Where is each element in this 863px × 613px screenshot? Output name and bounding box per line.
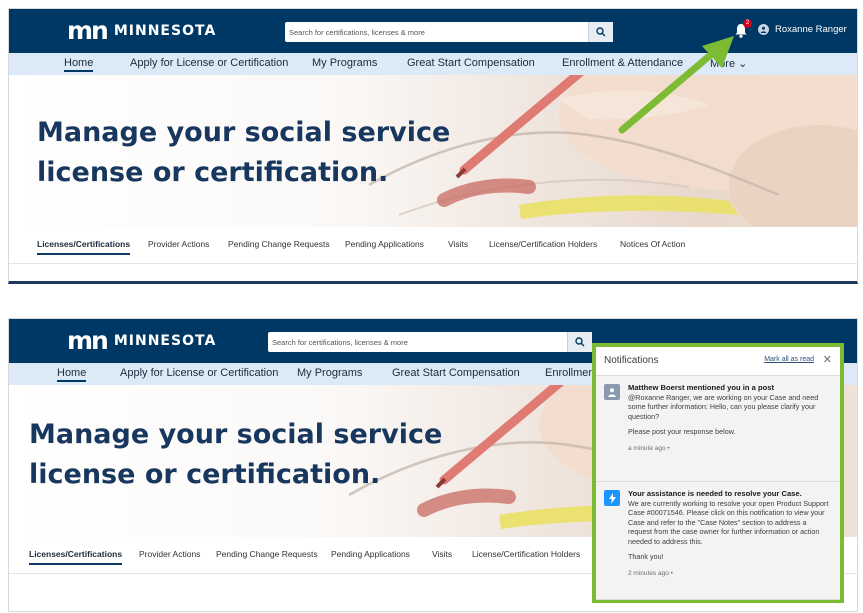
search-button[interactable] <box>588 22 613 42</box>
hero-heading-line1: Manage your social service <box>29 419 443 450</box>
nav-my-programs[interactable]: My Programs <box>297 367 362 379</box>
nav-my-programs[interactable]: My Programs <box>312 57 377 69</box>
user-menu[interactable]: Roxanne Ranger <box>758 24 847 35</box>
search-box <box>285 22 613 43</box>
tab-license-holders[interactable]: License/Certification Holders <box>472 549 580 559</box>
search-icon <box>575 337 585 347</box>
search-icon <box>596 27 606 37</box>
nav-great-start[interactable]: Great Start Compensation <box>407 57 535 69</box>
tab-license-holders[interactable]: License/Certification Holders <box>489 239 597 249</box>
mn-logo-mark: mn <box>67 326 109 355</box>
tab-provider-actions[interactable]: Provider Actions <box>139 549 200 559</box>
hero-heading: Manage your social service license or ce… <box>37 113 450 193</box>
hero-heading-line2: license or certification. <box>37 157 389 188</box>
notification-body-2: Please post your response below. <box>628 427 736 436</box>
notifications-bell-button[interactable]: 2 <box>734 19 752 39</box>
nav-apply[interactable]: Apply for License or Certification <box>130 57 288 69</box>
tab-licenses-certifications[interactable]: Licenses/Certifications <box>37 239 131 255</box>
mn-logo-mark: mn <box>67 16 109 45</box>
mark-all-read-link[interactable]: Mark all as read <box>764 356 814 363</box>
hero-banner: Manage your social service license or ce… <box>9 75 857 227</box>
nav-apply[interactable]: Apply for License or Certification <box>120 367 278 379</box>
minnesota-logo[interactable]: mn MINNESOTA <box>67 326 217 355</box>
user-avatar-icon <box>758 24 769 35</box>
tab-visits[interactable]: Visits <box>448 239 468 249</box>
notifications-header: Notifications Mark all as read ✕ <box>596 347 840 376</box>
tab-notices-of-action[interactable]: Notices Of Action <box>620 239 685 249</box>
notification-time: 2 minutes ago • <box>628 569 673 577</box>
nav-great-start[interactable]: Great Start Compensation <box>392 367 520 379</box>
user-icon <box>604 384 620 400</box>
notification-body-2: Thank you! <box>628 552 664 561</box>
nav-enrollment[interactable]: Enrollment & Attendance <box>562 57 683 69</box>
close-icon[interactable]: ✕ <box>823 353 832 366</box>
user-name: Roxanne Ranger <box>775 24 847 35</box>
tab-pending-applications[interactable]: Pending Applications <box>345 239 424 249</box>
notification-heading: Your assistance is needed to resolve you… <box>628 489 802 498</box>
notification-count-badge: 2 <box>743 19 752 28</box>
notification-body: We are currently working to resolve your… <box>628 498 829 546</box>
nav-home[interactable]: Home <box>57 367 87 382</box>
tab-pending-change-requests[interactable]: Pending Change Requests <box>228 239 330 249</box>
lightning-icon <box>604 490 620 506</box>
notification-item-case[interactable]: Your assistance is needed to resolve you… <box>596 482 840 600</box>
hero-heading-line2: license or certification. <box>29 459 381 490</box>
screenshot-before: mn MINNESOTA 2 Roxanne Ranger Home Apply… <box>8 8 858 284</box>
minnesota-logo[interactable]: mn MINNESOTA <box>67 16 217 45</box>
nav-more[interactable]: More ⌄ <box>710 57 747 70</box>
hero-heading: Manage your social service license or ce… <box>29 415 442 495</box>
header-bar: mn MINNESOTA 2 Roxanne Ranger <box>9 9 857 53</box>
notification-heading: Matthew Boerst mentioned you in a post <box>628 383 774 392</box>
main-nav: Home Apply for License or Certification … <box>9 53 857 75</box>
notifications-title: Notifications <box>604 355 659 366</box>
tab-pending-change-requests[interactable]: Pending Change Requests <box>216 549 318 559</box>
tab-bar: Licenses/Certifications Provider Actions… <box>9 227 857 264</box>
search-button[interactable] <box>567 332 592 352</box>
hero-heading-line1: Manage your social service <box>37 117 451 148</box>
notifications-panel: Notifications Mark all as read ✕ Matthew… <box>592 343 844 603</box>
search-box <box>268 332 592 353</box>
notification-time: a minute ago • <box>628 444 670 452</box>
logo-text: MINNESOTA <box>113 23 217 39</box>
notification-body: @Roxanne Ranger, we are working on your … <box>628 392 819 421</box>
search-input[interactable] <box>268 332 592 353</box>
tab-provider-actions[interactable]: Provider Actions <box>148 239 209 249</box>
tab-licenses-certifications[interactable]: Licenses/Certifications <box>29 549 123 565</box>
tab-visits[interactable]: Visits <box>432 549 452 559</box>
tab-pending-applications[interactable]: Pending Applications <box>331 549 410 559</box>
notification-item-mention[interactable]: Matthew Boerst mentioned you in a post @… <box>596 376 840 482</box>
nav-home[interactable]: Home <box>64 57 94 72</box>
search-input[interactable] <box>285 22 613 43</box>
logo-text: MINNESOTA <box>113 333 217 349</box>
